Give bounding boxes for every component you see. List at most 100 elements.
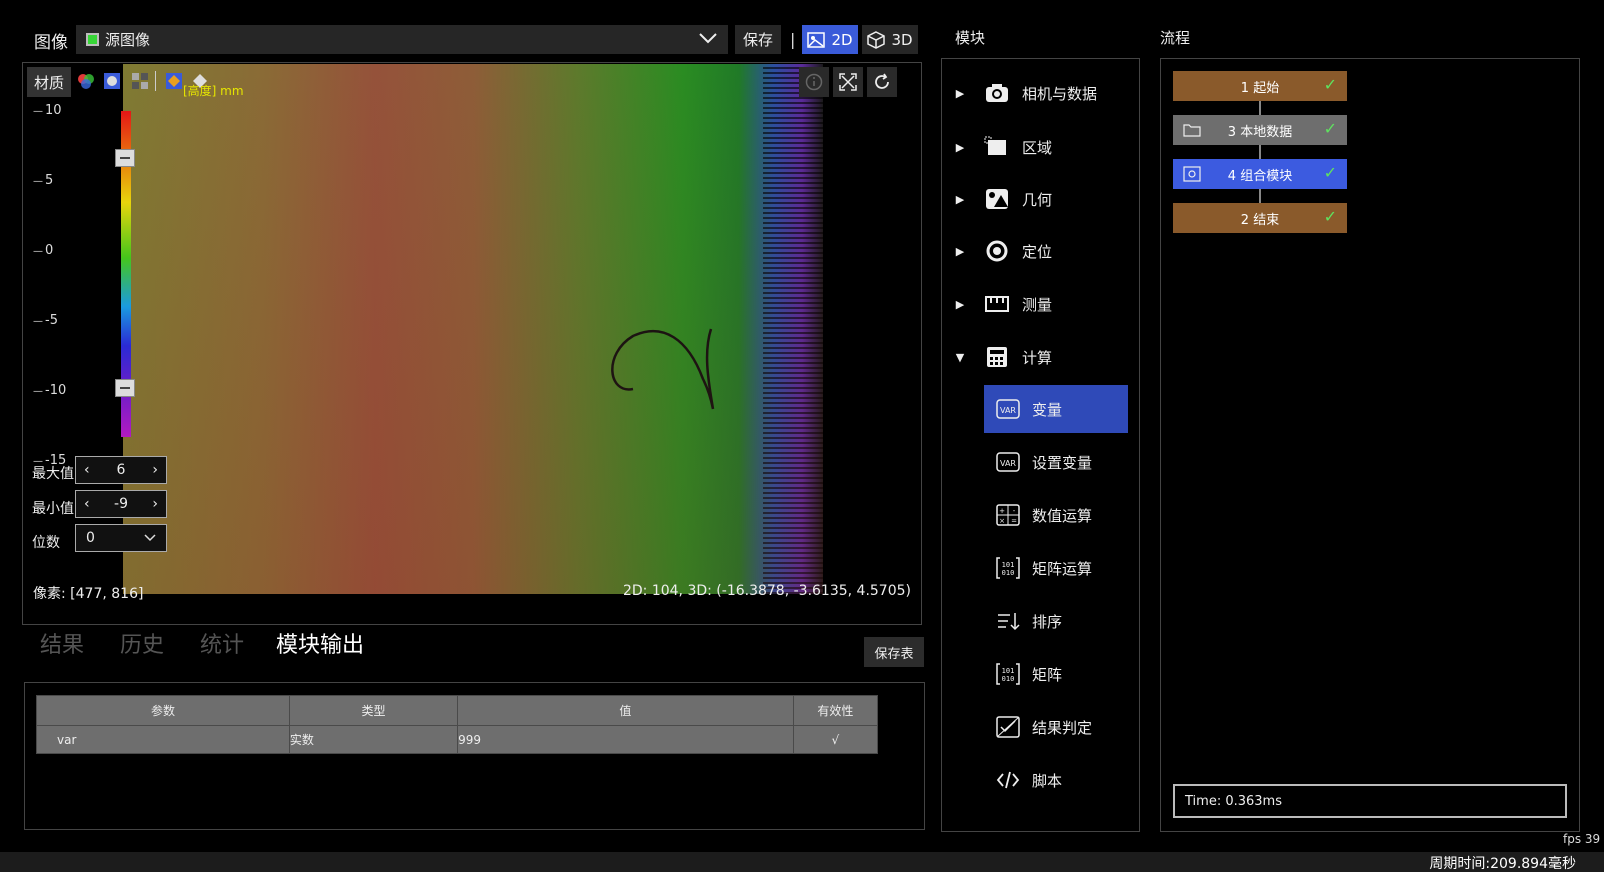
module-item-sort[interactable]: 排序 (984, 597, 1128, 645)
col-header-value[interactable]: 值 (457, 695, 794, 726)
shaded-mode-icon[interactable] (103, 72, 121, 90)
fps-counter: fps 39 (1563, 832, 1601, 846)
flow-node-label: 4 组合模块 (1227, 168, 1293, 184)
height-color-icon[interactable] (165, 72, 183, 90)
flow-node-start[interactable]: 1 起始 ✓ (1173, 71, 1347, 101)
module-item-variable[interactable]: VAR 变量 (984, 385, 1128, 433)
chevron-right-icon[interactable]: › (152, 462, 158, 478)
image-viewer[interactable]: 材质 [高度] mm 10 5 0 -5 -10 -15 最大值 ‹ 6 › 最… (22, 62, 922, 625)
module-item-matrix[interactable]: 101 010 矩阵 (984, 650, 1128, 698)
height-map-image[interactable] (123, 64, 823, 594)
module-item-numeric-op[interactable]: + - × = 数值运算 (984, 491, 1128, 539)
flow-node-label: 3 本地数据 (1227, 124, 1293, 140)
matrix-icon: 101010 (996, 663, 1020, 685)
tab-history[interactable]: 历史 (120, 627, 164, 659)
view-2d-button[interactable]: 2D (802, 25, 858, 54)
view-3d-button[interactable]: 3D (862, 25, 918, 54)
flow-connector (1259, 145, 1261, 159)
tab-module-output[interactable]: 模块输出 (276, 627, 364, 659)
module-category-region[interactable]: ▶ 区域 (942, 127, 1139, 167)
tool-separator (155, 71, 156, 91)
module-category-geometry[interactable]: ▶ 几何 (942, 179, 1139, 219)
coord-status: 2D: 104, 3D: (-16.3878, -3.6135, 4.5705) (622, 583, 911, 599)
expand-arrow-icon: ▶ (955, 297, 965, 311)
ruler-icon (985, 296, 1009, 312)
module-category-label: 测量 (1022, 295, 1053, 314)
save-table-button[interactable]: 保存表 (864, 637, 924, 667)
digits-select[interactable]: 0 (75, 524, 167, 552)
colorbar-min-handle[interactable] (115, 379, 135, 397)
module-category-camera[interactable]: ▶ 相机与数据 (942, 73, 1139, 113)
expand-icon (839, 73, 857, 91)
color-mode-icon[interactable] (77, 72, 95, 90)
module-category-measure[interactable]: ▶ 测量 (942, 284, 1139, 324)
cell-value: 999 (457, 725, 794, 754)
info-icon (805, 73, 823, 91)
min-value-stepper[interactable]: ‹ -9 › (75, 490, 167, 518)
view-3d-label: 3D (891, 30, 913, 49)
module-category-label: 几何 (1022, 190, 1053, 209)
check-icon: ✓ (1323, 119, 1337, 138)
table-row[interactable]: var 实数 999 √ (36, 725, 879, 754)
svg-text:+: + (999, 507, 1005, 515)
judge-icon (996, 716, 1020, 738)
max-value-stepper[interactable]: ‹ 6 › (75, 456, 167, 484)
module-item-script[interactable]: 脚本 (984, 756, 1128, 804)
check-icon: ✓ (1323, 75, 1337, 94)
flow-node-end[interactable]: 2 结束 ✓ (1173, 203, 1347, 233)
var-icon: VAR (996, 399, 1020, 419)
module-item-set-variable[interactable]: VAR 设置变量 (984, 438, 1128, 486)
info-button[interactable] (799, 67, 829, 97)
tab-statistics[interactable]: 统计 (200, 627, 244, 659)
module-category-label: 计算 (1022, 348, 1053, 367)
modules-panel: ▶ 相机与数据 ▶ 区域 ▶ 几何 ▶ 定位 ▶ 测量 ▼ 计算 VAR 变量 … (941, 58, 1140, 832)
module-item-matrix-op[interactable]: 101 010 矩阵运算 (984, 544, 1128, 592)
col-header-type[interactable]: 类型 (288, 695, 459, 726)
chevron-left-icon[interactable]: ‹ (84, 462, 90, 478)
svg-text:101: 101 (1002, 667, 1015, 675)
flow-node-combined-module[interactable]: 4 组合模块 ✓ (1173, 159, 1347, 189)
noise-edge (763, 64, 823, 594)
chevron-down-icon (144, 534, 156, 542)
module-category-label: 相机与数据 (1022, 84, 1098, 103)
cell-validity: √ (792, 725, 879, 754)
save-image-button[interactable]: 保存 (735, 25, 781, 54)
colorbar-max-handle[interactable] (115, 149, 135, 167)
col-header-validity[interactable]: 有效性 (792, 695, 879, 726)
module-item-label: 结果判定 (1032, 718, 1093, 737)
min-value: -9 (114, 496, 128, 512)
reset-view-button[interactable] (867, 67, 897, 97)
expand-arrow-icon: ▶ (955, 86, 965, 100)
material-tag[interactable]: 材质 (27, 67, 71, 97)
module-category-locate[interactable]: ▶ 定位 (942, 231, 1139, 271)
module-item-label: 设置变量 (1032, 453, 1093, 472)
colorbar-tick: -10 (33, 383, 66, 398)
module-category-calculate[interactable]: ▼ 计算 (942, 337, 1139, 377)
module-item-label: 矩阵 (1032, 665, 1063, 684)
col-header-param[interactable]: 参数 (36, 695, 290, 726)
chevron-left-icon[interactable]: ‹ (84, 496, 90, 512)
module-item-result-judge[interactable]: 结果判定 (984, 703, 1128, 751)
collapse-arrow-icon: ▼ (955, 350, 965, 364)
fit-view-button[interactable] (833, 67, 863, 97)
grid-mode-icon[interactable] (131, 72, 149, 90)
chevron-right-icon[interactable]: › (152, 496, 158, 512)
script-icon (996, 771, 1020, 789)
module-category-label: 定位 (1022, 242, 1053, 261)
set-var-icon: VAR (996, 452, 1020, 472)
flow-node-local-data[interactable]: 3 本地数据 ✓ (1173, 115, 1347, 145)
cycle-time: 周期时间:209.894毫秒 (1429, 856, 1576, 872)
check-icon: ✓ (1323, 163, 1337, 182)
status-bar (0, 852, 1604, 872)
handwritten-annotation (611, 328, 715, 410)
cube-icon (867, 30, 886, 49)
sort-icon (998, 613, 1020, 631)
table-header-row: 参数 类型 值 有效性 (36, 695, 879, 726)
svg-text:-: - (1013, 507, 1016, 515)
check-icon: ✓ (1323, 207, 1337, 226)
tab-results[interactable]: 结果 (40, 627, 84, 659)
image-source-select[interactable]: 源图像 (76, 25, 728, 54)
module-category-label: 区域 (1022, 138, 1053, 157)
module-item-label: 脚本 (1032, 771, 1063, 790)
svg-text:VAR: VAR (1000, 459, 1016, 468)
